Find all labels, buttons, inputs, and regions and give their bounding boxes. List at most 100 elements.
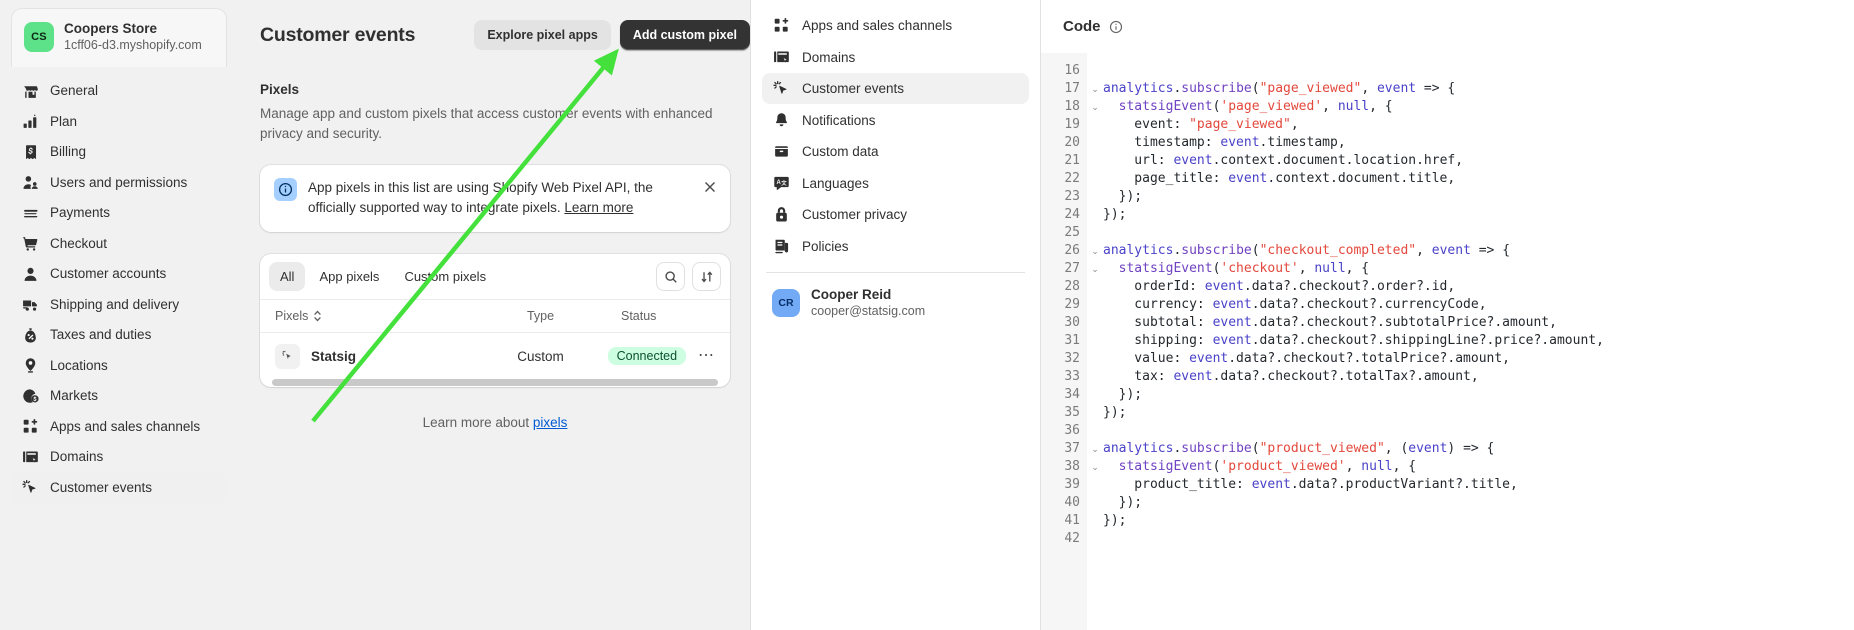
sidebar-item-users-and-permissions[interactable]: Users and permissions — [11, 168, 227, 198]
fold-chevron-icon[interactable]: ⌄ — [1087, 98, 1103, 116]
sidebar-item-label: General — [50, 83, 99, 99]
store-card[interactable]: CS Coopers Store 1cff06-d3.myshopify.com — [11, 8, 227, 67]
sidebar-item-general[interactable]: General — [11, 76, 227, 106]
sidebar-item-payments[interactable]: Payments — [11, 198, 227, 228]
sort-icon[interactable] — [692, 262, 721, 291]
sidebar-item-checkout[interactable]: Checkout — [11, 229, 227, 259]
pin-icon — [21, 357, 39, 375]
bell-icon — [772, 111, 790, 129]
tab-app-pixels[interactable]: App pixels — [308, 262, 390, 291]
line-number: 38 — [1064, 459, 1080, 474]
code-line: orderId: event.data?.checkout?.order?.id… — [1103, 279, 1456, 294]
code-line: analytics.subscribe("page_viewed", event… — [1103, 81, 1456, 96]
secondary-nav-item-label: Custom data — [802, 144, 879, 159]
secondary-nav-item-customer-events[interactable]: Customer events — [762, 73, 1029, 104]
horizontal-scrollbar[interactable] — [260, 379, 730, 387]
row-actions-icon[interactable]: ⋯ — [698, 348, 715, 364]
secondary-nav-item-policies[interactable]: Policies — [762, 231, 1029, 262]
person-icon — [21, 265, 39, 283]
line-number: 35 — [1064, 405, 1080, 420]
tab-custom-pixels[interactable]: Custom pixels — [393, 262, 497, 291]
fold-chevron-icon[interactable]: ⌄ — [1087, 80, 1103, 98]
search-icon[interactable] — [656, 262, 685, 291]
receipt-icon — [21, 143, 39, 161]
sidebar-item-domains[interactable]: Domains — [11, 442, 227, 472]
page-title: Customer events — [260, 23, 416, 46]
secondary-nav-item-label: Languages — [802, 175, 869, 191]
sidebar-item-locations[interactable]: Locations — [11, 351, 227, 381]
code-panel-header: Code — [1041, 0, 1854, 53]
pixels-section-title: Pixels — [260, 82, 300, 97]
credit-card-icon — [21, 204, 39, 222]
fold-chevron-icon[interactable]: ⌄ — [1087, 260, 1103, 278]
sidebar-item-apps-and-sales-channels[interactable]: Apps and sales channels — [11, 412, 227, 442]
code-fold-gutter[interactable]: ⌄ ⌄ ⌄ ⌄ ⌄ ⌄ — [1087, 53, 1103, 630]
sidebar-item-label: Customer accounts — [50, 266, 167, 282]
fold-chevron-icon[interactable]: ⌄ — [1087, 440, 1103, 458]
table-row[interactable]: Statsig Custom Connected ⋯ — [260, 333, 730, 379]
cursor-sparkle-icon — [772, 80, 790, 98]
line-number: 42 — [1064, 531, 1080, 546]
svg-text:文: 文 — [781, 178, 787, 186]
line-number: 25 — [1064, 225, 1080, 240]
user-email: cooper@statsig.com — [811, 303, 926, 318]
lock-icon — [772, 206, 790, 224]
secondary-nav-item-notifications[interactable]: Notifications — [762, 105, 1029, 136]
line-number-gutter: 16 17 18 19 20 21 22 23 24 25 26 27 28 29 30 31 32 33 34 35… — [1041, 53, 1087, 630]
sidebar-item-plan[interactable]: Plan — [11, 107, 227, 137]
explore-pixel-apps-button[interactable]: Explore pixel apps — [474, 20, 611, 50]
code-content[interactable]: analytics.subscribe("page_viewed", event… — [1103, 53, 1854, 630]
code-line: }); — [1103, 495, 1143, 510]
sidebar-item-customer-events[interactable]: Customer events — [11, 472, 227, 503]
sidebar-item-label: Billing — [50, 144, 87, 160]
info-banner: App pixels in this list are using Shopif… — [260, 165, 730, 232]
line-number: 23 — [1064, 189, 1080, 204]
line-number: 32 — [1064, 351, 1080, 366]
fold-chevron-icon[interactable]: ⌄ — [1087, 458, 1103, 476]
cursor-sparkle-icon — [21, 479, 39, 497]
secondary-nav-item-apps-and-sales-channels[interactable]: Apps and sales channels — [762, 10, 1029, 41]
banner-learn-more-link[interactable]: Learn more — [564, 200, 633, 215]
code-line: }); — [1103, 513, 1127, 528]
sidebar-item-billing[interactable]: Billing — [11, 137, 227, 167]
secondary-nav-item-customer-privacy[interactable]: Customer privacy — [762, 199, 1029, 230]
sidebar-item-customer-accounts[interactable]: Customer accounts — [11, 259, 227, 289]
fold-chevron-icon[interactable]: ⌄ — [1087, 242, 1103, 260]
line-number: 31 — [1064, 333, 1080, 348]
code-line: shipping: event.data?.checkout?.shipping… — [1103, 333, 1604, 348]
code-line: statsigEvent('product_viewed', null, { — [1118, 459, 1417, 474]
sidebar-item-shipping-and-delivery[interactable]: Shipping and delivery — [11, 290, 227, 320]
code-line: event: "page_viewed", — [1103, 117, 1299, 132]
add-custom-pixel-button[interactable]: Add custom pixel — [619, 20, 750, 50]
line-number: 29 — [1064, 297, 1080, 312]
code-line: url: event.context.document.location.hre… — [1103, 153, 1464, 168]
secondary-nav-item-label: Customer privacy — [802, 207, 908, 222]
sidebar-item-markets[interactable]: Markets — [11, 381, 227, 411]
store-domain: 1cff06-d3.myshopify.com — [64, 38, 202, 52]
user-account-card[interactable]: CR Cooper Reid cooper@statsig.com — [762, 282, 1029, 324]
cursor-sparkle-icon — [275, 343, 300, 369]
tab-all[interactable]: All — [269, 262, 306, 291]
info-icon[interactable] — [1109, 20, 1123, 34]
sidebar-item-label: Plan — [50, 113, 78, 129]
pixels-link[interactable]: pixels — [533, 415, 568, 430]
close-icon[interactable] — [700, 177, 720, 197]
globe-dollar-icon — [21, 387, 39, 405]
column-header-pixels[interactable]: Pixels — [275, 309, 527, 323]
sidebar-item-taxes-and-duties[interactable]: Taxes and duties — [11, 320, 227, 350]
secondary-nav-item-domains[interactable]: Domains — [762, 42, 1029, 73]
secondary-nav-item-languages[interactable]: A 文 Languages — [762, 168, 1029, 199]
sidebar-item-label: Payments — [50, 205, 111, 221]
secondary-nav-item-label: Notifications — [802, 112, 876, 128]
secondary-nav-item-custom-data[interactable]: Custom data — [762, 136, 1029, 167]
code-editor[interactable]: 16 17 18 19 20 21 22 23 24 25 26 27 28 29 30 31 32 33 34 35… — [1041, 53, 1854, 630]
